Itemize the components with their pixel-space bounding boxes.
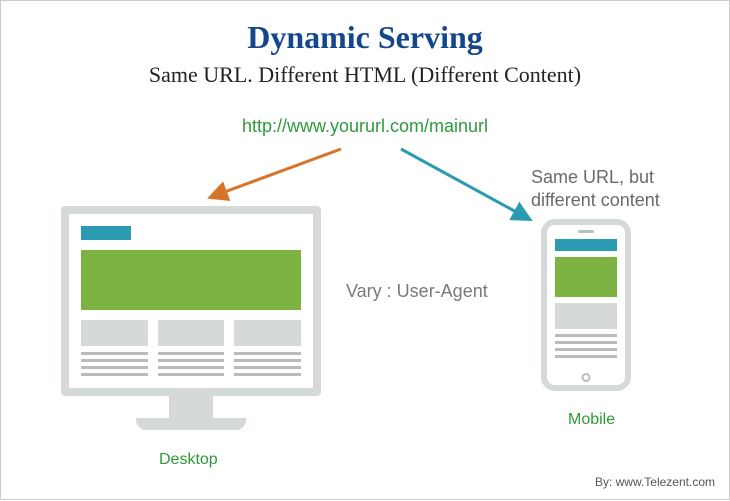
text-line: [158, 352, 225, 355]
mobile-caption: Mobile: [568, 411, 615, 429]
arrow-to-desktop: [211, 149, 341, 197]
arrow-to-mobile: [401, 149, 529, 219]
desktop-stand: [169, 396, 213, 418]
text-line: [81, 352, 148, 355]
text-line: [158, 359, 225, 362]
mobile-addressbar: [555, 239, 617, 251]
text-line: [234, 373, 301, 376]
desktop-cards-row: [81, 320, 301, 380]
desktop-card: [158, 320, 225, 380]
mobile-frame: [541, 219, 631, 391]
page-subtitle: Same URL. Different HTML (Different Cont…: [1, 62, 729, 88]
desktop-caption: Desktop: [159, 451, 218, 469]
text-line: [81, 359, 148, 362]
desktop-addressbar: [81, 226, 131, 240]
attribution-site: www.Telezent.com: [616, 475, 715, 489]
text-line: [234, 359, 301, 362]
text-line: [81, 366, 148, 369]
example-url: http://www.yoururl.com/mainurl: [1, 116, 729, 137]
mobile-image-placeholder: [555, 303, 617, 329]
text-line: [555, 341, 617, 344]
phone-speaker-icon: [578, 230, 594, 233]
note-line-1: Same URL, but: [531, 167, 654, 187]
text-line: [81, 373, 148, 376]
card-image-placeholder: [234, 320, 301, 346]
text-line: [158, 366, 225, 369]
attribution-prefix: By:: [595, 475, 616, 489]
text-line: [234, 366, 301, 369]
card-image-placeholder: [81, 320, 148, 346]
text-line: [555, 334, 617, 337]
content-note: Same URL, but different content: [531, 166, 660, 211]
vary-header-label: Vary : User-Agent: [346, 281, 488, 302]
note-line-2: different content: [531, 190, 660, 210]
card-image-placeholder: [158, 320, 225, 346]
mobile-hero-block: [555, 257, 617, 297]
desktop-card: [234, 320, 301, 380]
desktop-base: [136, 418, 246, 430]
phone-home-button-icon: [582, 373, 591, 382]
desktop-hero-block: [81, 250, 301, 310]
desktop-card: [81, 320, 148, 380]
mobile-device: [541, 219, 631, 391]
attribution: By: www.Telezent.com: [595, 475, 715, 489]
text-line: [555, 348, 617, 351]
text-line: [234, 352, 301, 355]
text-line: [555, 355, 617, 358]
page-title: Dynamic Serving: [1, 19, 729, 56]
desktop-screen: [61, 206, 321, 396]
desktop-device: [61, 206, 321, 430]
text-line: [158, 373, 225, 376]
